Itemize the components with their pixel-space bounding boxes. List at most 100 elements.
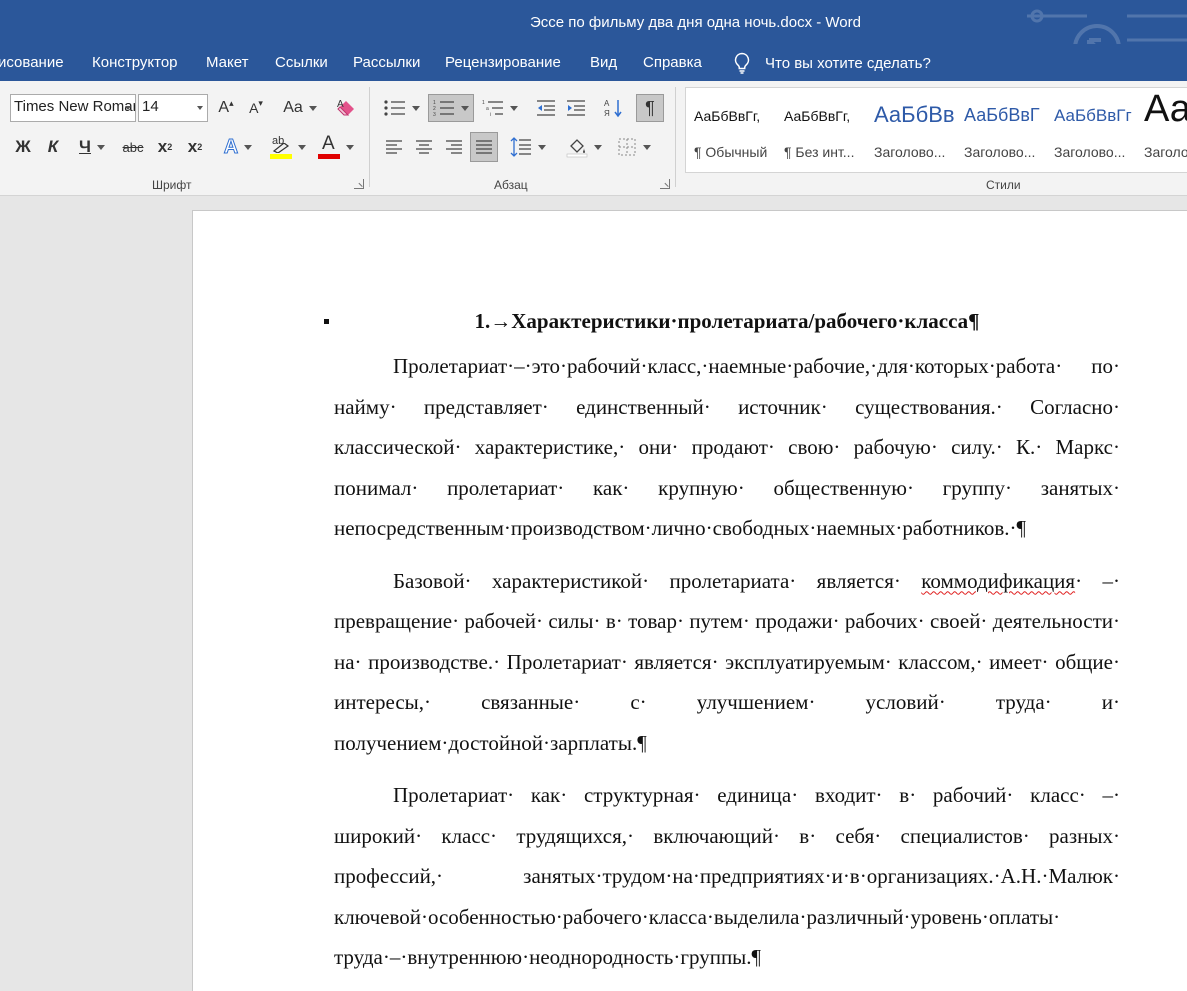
style-preview: АаБбВвГг, [694, 108, 761, 124]
style-preview: Аа [1144, 88, 1187, 130]
lightbulb-icon [734, 52, 750, 74]
show-formatting-marks-button[interactable]: ¶ [636, 94, 664, 122]
decrease-indent-button[interactable] [534, 94, 558, 122]
line-spacing-icon [510, 137, 531, 157]
style-name: ¶ Обычный [694, 144, 768, 160]
tell-me-box[interactable]: Что вы хотите сделать? [733, 52, 931, 74]
style-heading-1[interactable]: АаБбВв Заголово... [866, 88, 956, 172]
style-normal[interactable]: АаБбВвГг, ¶ Обычный [686, 88, 776, 172]
text-effects-icon: A [223, 135, 239, 158]
style-name: Заголово... [1054, 144, 1126, 160]
superscript-button[interactable]: x2 [184, 133, 206, 161]
circuit-decoration-icon [1027, 9, 1187, 44]
font-name-value: Times New Roman [14, 98, 136, 115]
clear-formatting-button[interactable]: A [334, 94, 360, 122]
tab-design-cut[interactable]: исование [0, 54, 64, 71]
bullets-button[interactable] [382, 94, 422, 122]
align-right-icon [446, 140, 462, 154]
sort-button[interactable]: AЯ [602, 94, 626, 122]
paragraph: Базовой· характеристикой· пролетариата· … [334, 561, 1120, 764]
align-left-button[interactable] [382, 133, 406, 161]
justify-button[interactable] [470, 132, 498, 162]
underline-icon: Ч [79, 137, 91, 156]
numbering-button[interactable]: 123 [428, 94, 474, 122]
grow-font-icon: A [218, 99, 230, 116]
tab-view[interactable]: Вид [590, 54, 617, 71]
eraser-icon: A [337, 99, 354, 116]
style-preview: АаБбВв [874, 102, 955, 127]
font-color-button[interactable]: A [314, 133, 358, 161]
multilevel-list-button[interactable]: 1ai [480, 94, 520, 122]
shrink-font-icon: A [249, 100, 259, 116]
font-dialog-launcher-icon[interactable] [354, 179, 364, 189]
borders-icon [618, 138, 636, 156]
paragraph-mark-bullet-icon [324, 319, 329, 324]
font-color-swatch [318, 154, 340, 159]
sort-icon: AЯ [604, 99, 622, 118]
align-center-button[interactable] [412, 133, 436, 161]
style-preview: АаБбВвГ [964, 105, 1040, 125]
strikethrough-button[interactable]: abc [120, 133, 146, 161]
svg-text:a: a [486, 106, 489, 112]
document-body[interactable]: 1.→Характеристики·пролетариата/рабочего·… [324, 306, 1120, 990]
style-title[interactable]: Аа Заголо [1136, 88, 1187, 172]
chevron-down-icon[interactable] [197, 106, 203, 110]
tab-help[interactable]: Справка [643, 54, 702, 71]
document-area: 1.→Характеристики·пролетариата/рабочего·… [0, 196, 1187, 991]
superscript-mark: 2 [197, 142, 203, 152]
tab-mailings[interactable]: Рассылки [353, 54, 420, 71]
ribbon: Times New Roman 14 A ▴ A ▾ Aa A Ж К Ч abc … [0, 81, 1187, 196]
highlighter-icon: ab [270, 135, 292, 159]
shading-button[interactable] [562, 133, 606, 161]
multilevel-list-icon: 1ai [482, 100, 503, 117]
document-page[interactable]: 1.→Характеристики·пролетариата/рабочего·… [192, 210, 1187, 991]
align-left-icon [386, 140, 402, 154]
tab-design[interactable]: Конструктор [92, 54, 178, 71]
paragraph: Пролетариат· как· структурная· единица· … [334, 783, 1120, 969]
bold-button[interactable]: Ж [12, 133, 34, 161]
styles-gallery: АаБбВвГг, ¶ Обычный АаБбВвГг, ¶ Без инт.… [685, 87, 1187, 173]
style-heading-3[interactable]: АаБбВвГг Заголово... [1046, 88, 1136, 172]
tab-references[interactable]: Ссылки [275, 54, 328, 71]
spelling-error-word[interactable]: коммодификация [921, 569, 1075, 593]
highlight-button[interactable]: ab [266, 133, 310, 161]
font-name-box[interactable]: Times New Roman [10, 94, 136, 122]
paragraph: Пролетариат·–·это·рабочий·класс,·наемные… [334, 354, 1120, 540]
svg-text:A: A [337, 99, 344, 110]
style-name: Заголо [1144, 144, 1187, 160]
change-case-icon: Aa [283, 99, 303, 116]
style-heading-2[interactable]: АаБбВвГ Заголово... [956, 88, 1046, 172]
font-color-label: A [322, 133, 335, 154]
chevron-down-icon[interactable] [125, 106, 131, 110]
text-effects-button[interactable]: A [218, 133, 258, 161]
font-size-value: 14 [142, 98, 159, 115]
superscript-icon: x [187, 137, 198, 156]
group-separator [675, 87, 676, 187]
grow-font-button[interactable]: A ▴ [214, 94, 238, 122]
ribbon-tabs: исование Конструктор Макет Ссылки Рассыл… [0, 44, 1187, 81]
underline-button[interactable]: Ч [72, 133, 112, 161]
line-spacing-button[interactable] [508, 133, 548, 161]
tell-me-text: Что вы хотите сделать? [765, 54, 931, 72]
tab-layout[interactable]: Макет [206, 54, 248, 71]
style-name: Заголово... [964, 144, 1036, 160]
increase-indent-button[interactable] [564, 94, 588, 122]
font-size-box[interactable]: 14 [138, 94, 208, 122]
paragraph-dialog-launcher-icon[interactable] [660, 179, 670, 189]
change-case-button[interactable]: Aa [280, 94, 320, 122]
style-name: ¶ Без инт... [784, 144, 855, 160]
subscript-icon: x [157, 137, 168, 156]
svg-text:3: 3 [433, 112, 436, 117]
svg-text:1: 1 [482, 100, 485, 106]
subscript-button[interactable]: x2 [154, 133, 176, 161]
align-right-button[interactable] [442, 133, 466, 161]
svg-text:Я: Я [604, 109, 610, 118]
shrink-font-button[interactable]: A ▾ [244, 94, 268, 122]
borders-button[interactable] [612, 133, 656, 161]
tab-review[interactable]: Рецензирование [445, 54, 561, 71]
subscript-mark: 2 [167, 142, 173, 152]
font-group-label: Шрифт [152, 178, 192, 192]
heading-text: 1.→Характеристики·пролетариата/рабочего·… [474, 309, 980, 333]
style-no-spacing[interactable]: АаБбВвГг, ¶ Без инт... [776, 88, 866, 172]
italic-button[interactable]: К [42, 133, 64, 161]
